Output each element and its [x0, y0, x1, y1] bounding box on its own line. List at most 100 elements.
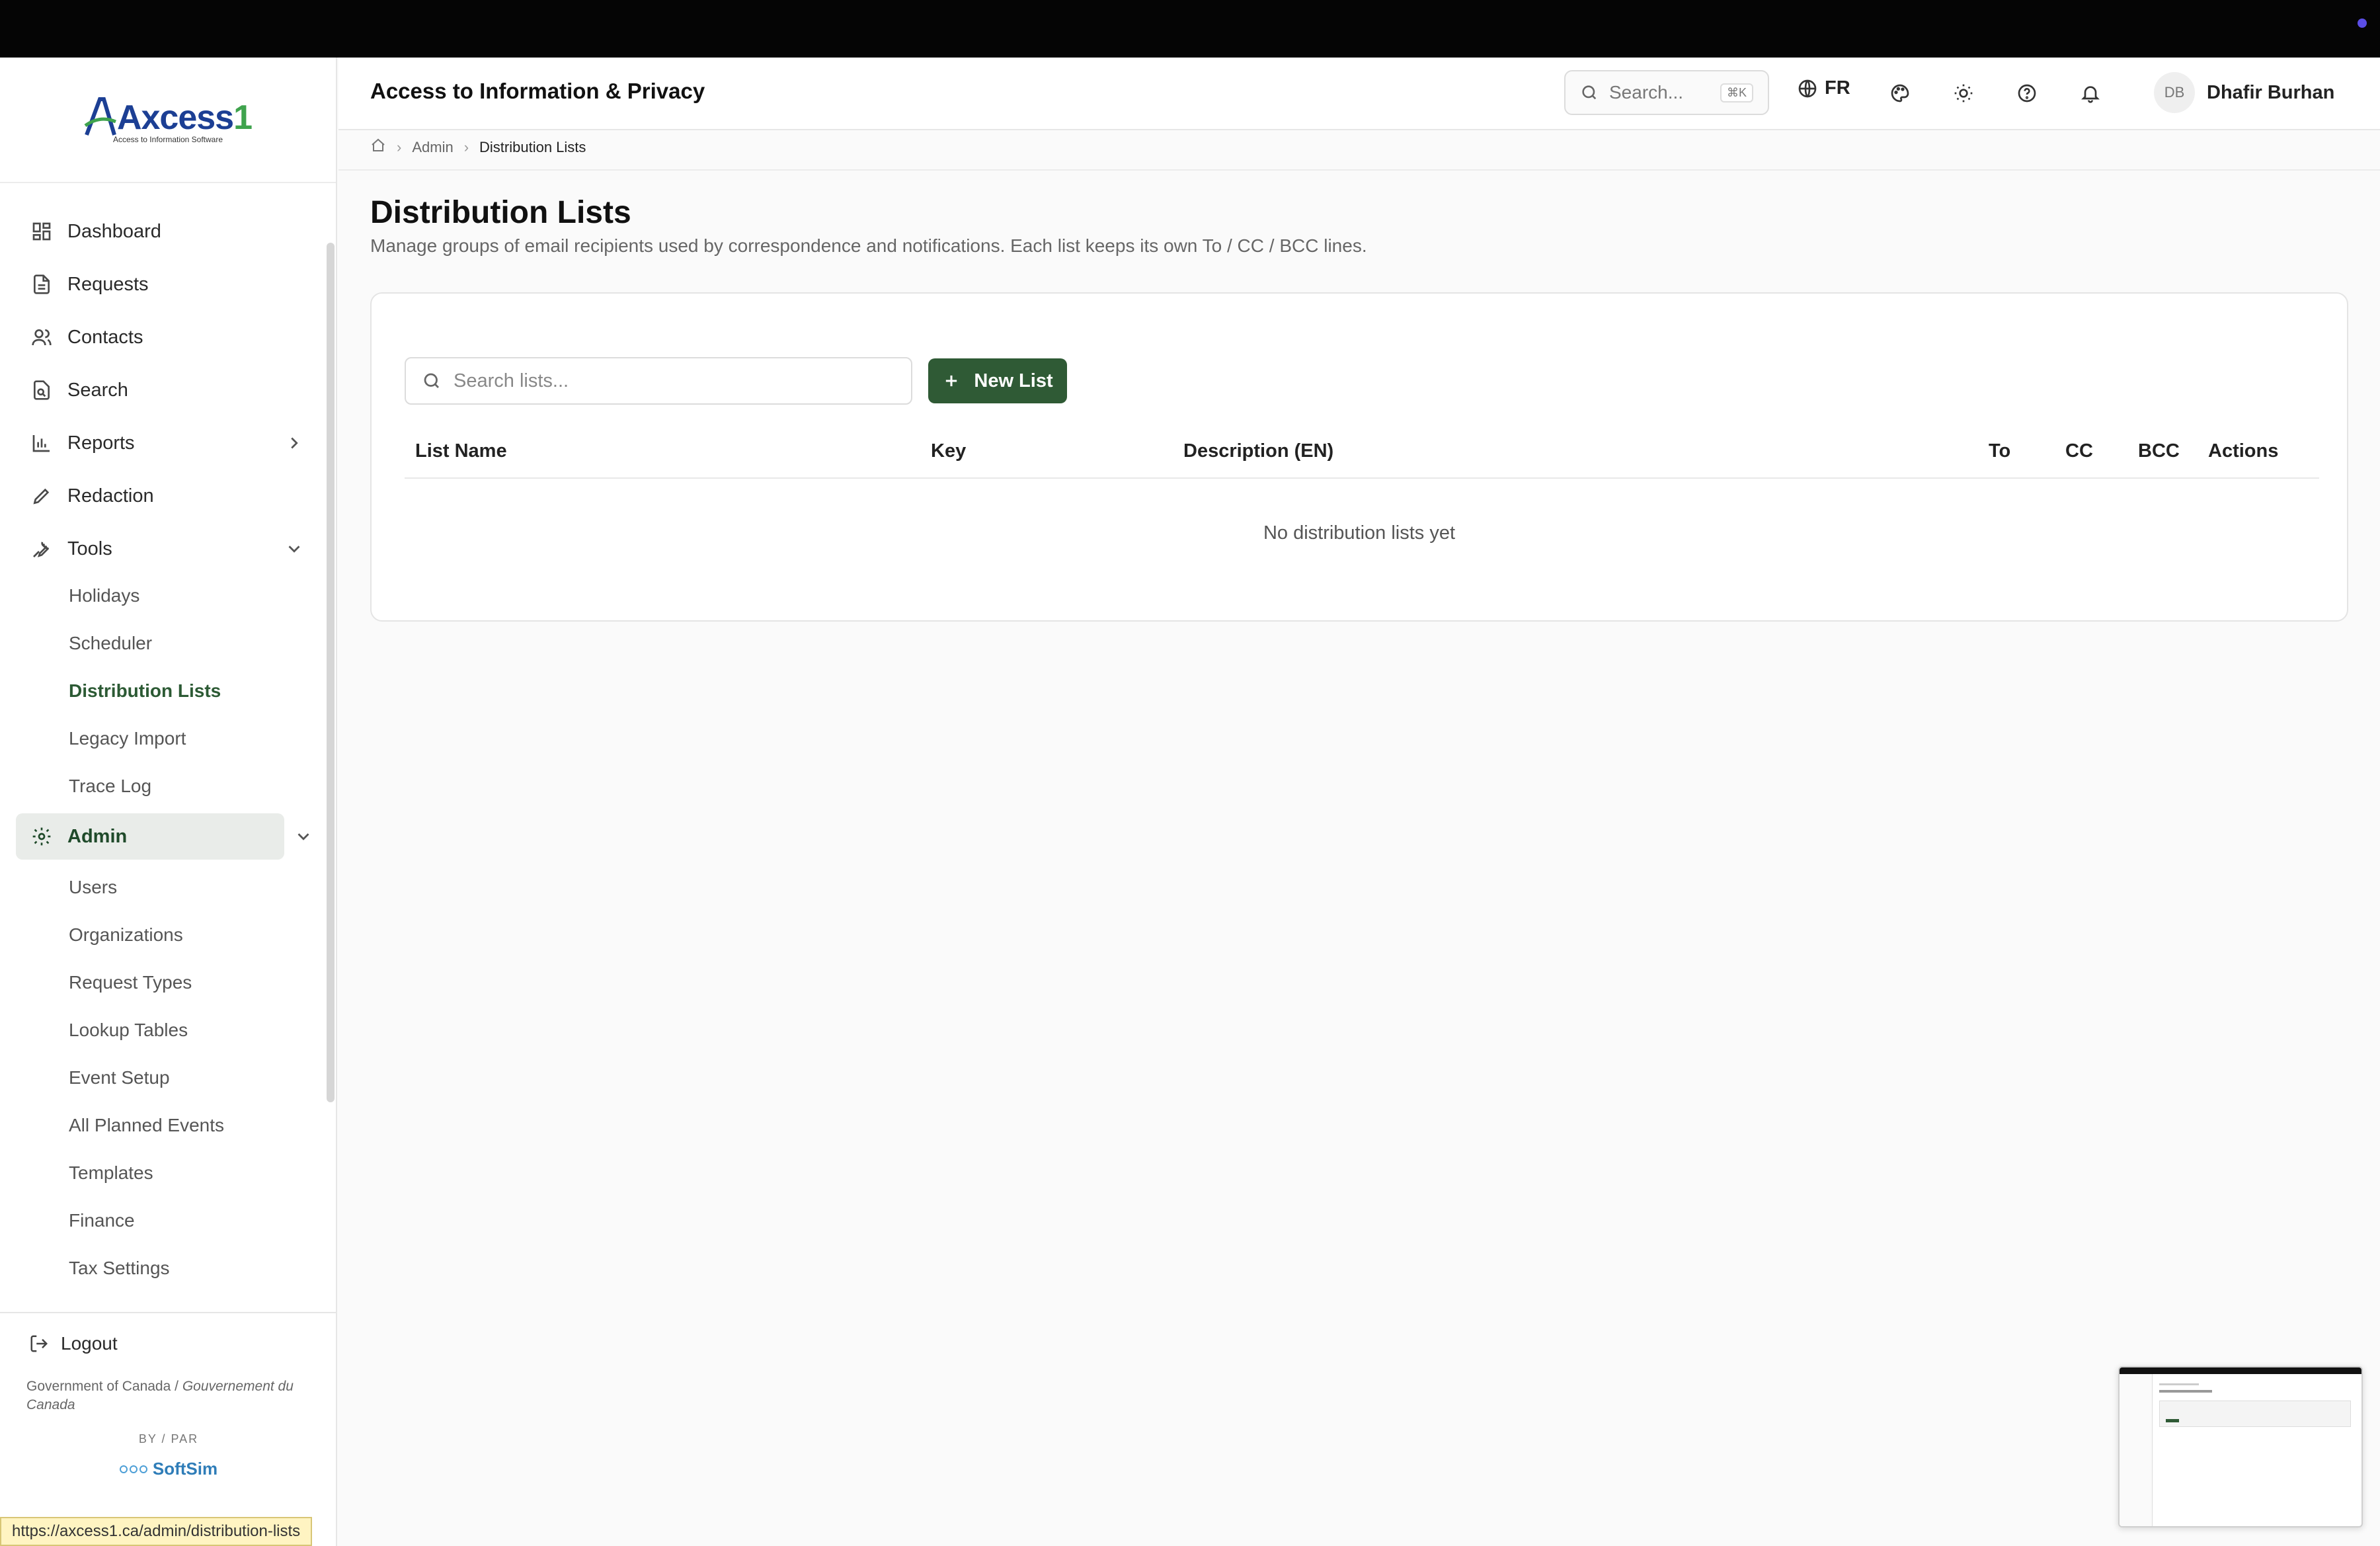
- sidebar-item-requests[interactable]: Requests: [16, 261, 317, 307]
- sidebar-footer: Logout Government of Canada / Gouverneme…: [0, 1312, 337, 1546]
- empty-state-message: No distribution lists yet: [1263, 522, 1456, 544]
- system-top-bar: [0, 0, 2380, 58]
- sidebar-scrollbar[interactable]: [327, 243, 335, 1102]
- brightness-toggle-button[interactable]: [1946, 76, 1981, 110]
- sidebar-item-contacts[interactable]: Contacts: [16, 314, 317, 360]
- breadcrumb-item-admin[interactable]: Admin: [412, 139, 453, 156]
- sun-icon: [1954, 84, 1973, 102]
- sidebar-item-label: Contacts: [67, 326, 143, 348]
- help-button[interactable]: [2010, 76, 2044, 110]
- search-icon: [424, 373, 439, 388]
- notifications-button[interactable]: [2073, 76, 2108, 110]
- logout-label: Logout: [61, 1333, 118, 1354]
- column-header-key[interactable]: Key: [931, 440, 966, 462]
- users-icon: [30, 326, 53, 348]
- column-header-bcc[interactable]: BCC: [2138, 440, 2180, 462]
- sidebar-subitem-templates[interactable]: Templates: [69, 1160, 153, 1186]
- distribution-lists-card: New List List Name Key Description (EN) …: [370, 292, 2348, 622]
- user-menu[interactable]: DB Dhafir Burhan: [2154, 72, 2334, 113]
- new-list-label: New List: [974, 370, 1053, 391]
- bar-chart-icon: [30, 432, 53, 454]
- dashboard-grid-icon: [30, 220, 53, 243]
- sidebar-subitem-holidays[interactable]: Holidays: [69, 583, 139, 609]
- search-icon: [1582, 85, 1597, 100]
- language-toggle[interactable]: FR: [1797, 77, 1850, 99]
- wrench-icon: [30, 538, 53, 560]
- sidebar-item-reports[interactable]: Reports: [16, 420, 317, 466]
- sidebar: Axcess1 Access to Information Software D…: [0, 58, 337, 1546]
- column-header-cc[interactable]: CC: [2065, 440, 2093, 462]
- status-bar-url: https://axcess1.ca/admin/distribution-li…: [0, 1517, 313, 1546]
- logout-icon: [30, 1335, 48, 1352]
- breadcrumb-item-current: Distribution Lists: [479, 139, 586, 155]
- sidebar-subitem-organizations[interactable]: Organizations: [69, 922, 183, 948]
- help-circle-icon: [2018, 84, 2036, 102]
- sidebar-item-search[interactable]: Search: [16, 367, 317, 413]
- vendor-logo: SoftSim: [0, 1459, 337, 1479]
- gear-icon: [30, 825, 53, 848]
- column-header-to[interactable]: To: [1989, 440, 2010, 462]
- sidebar-item-label: Redaction: [67, 485, 154, 507]
- sidebar-subitem-trace-log[interactable]: Trace Log: [69, 773, 151, 799]
- sidebar-subitem-event-setup[interactable]: Event Setup: [69, 1065, 170, 1091]
- logo-tagline: Access to Information Software: [112, 135, 223, 144]
- chevron-down-icon[interactable]: [284, 539, 304, 559]
- chevron-right-icon[interactable]: [284, 433, 304, 453]
- sidebar-item-tools[interactable]: Tools: [16, 526, 317, 572]
- page-title: Distribution Lists: [370, 195, 631, 230]
- list-search-input[interactable]: [454, 370, 903, 392]
- sidebar-item-redaction[interactable]: Redaction: [16, 473, 317, 519]
- sidebar-item-dashboard[interactable]: Dashboard: [16, 208, 317, 255]
- list-search-field[interactable]: [405, 357, 912, 405]
- sidebar-item-label: Search: [67, 379, 128, 401]
- theme-palette-button[interactable]: [1883, 76, 1917, 110]
- breadcrumb-divider: [338, 169, 2380, 171]
- breadcrumb-separator: ›: [463, 139, 469, 155]
- by-par-label: BY / PAR: [138, 1432, 199, 1445]
- file-icon: [30, 273, 53, 296]
- page-description: Manage groups of email recipients used b…: [370, 235, 1367, 256]
- search-shortcut-badge: ⌘K: [1720, 83, 1753, 102]
- sidebar-item-admin[interactable]: Admin: [16, 813, 284, 860]
- sidebar-item-label: Admin: [67, 825, 128, 847]
- bell-icon: [2081, 86, 2100, 103]
- column-header-list-name[interactable]: List Name: [415, 440, 507, 462]
- palette-icon: [1891, 84, 1909, 102]
- sidebar-subitem-distribution-lists[interactable]: Distribution Lists: [69, 678, 221, 704]
- government-credit: Government of Canada / Gouvernement du C…: [26, 1379, 294, 1412]
- user-name: Dhafir Burhan: [2207, 81, 2335, 103]
- screen-preview-thumbnail[interactable]: [2118, 1366, 2363, 1527]
- app-logo[interactable]: Axcess1 Access to Information Software: [84, 95, 253, 144]
- sidebar-subitem-all-planned-events[interactable]: All Planned Events: [69, 1112, 224, 1139]
- column-header-actions: Actions: [2208, 440, 2279, 462]
- global-search-placeholder: Search...: [1609, 82, 1684, 102]
- sidebar-subitem-legacy-import[interactable]: Legacy Import: [69, 725, 186, 752]
- breadcrumb: › Admin › Distribution Lists: [370, 138, 586, 157]
- logout-button[interactable]: Logout: [29, 1333, 118, 1354]
- sidebar-subitem-scheduler[interactable]: Scheduler: [69, 630, 152, 657]
- sidebar-subitem-request-types[interactable]: Request Types: [69, 969, 192, 996]
- sidebar-subitem-users[interactable]: Users: [69, 874, 117, 901]
- avatar: DB: [2154, 72, 2195, 113]
- global-search-input[interactable]: Search... ⌘K: [1564, 70, 1769, 115]
- chevron-down-icon[interactable]: [294, 827, 313, 846]
- globe-icon: [1798, 79, 1817, 97]
- app-title: Access to Information & Privacy: [370, 79, 705, 103]
- home-icon[interactable]: [370, 138, 386, 157]
- table-header-divider: [405, 477, 2319, 479]
- recording-indicator-icon: [2358, 19, 2367, 28]
- sidebar-subitem-finance[interactable]: Finance: [69, 1207, 135, 1234]
- plus-icon: [946, 375, 957, 387]
- logo-area[interactable]: Axcess1 Access to Information Software: [0, 58, 336, 183]
- softsim-bubbles-icon: [119, 1465, 147, 1473]
- file-search-icon: [30, 379, 53, 401]
- column-header-description[interactable]: Description (EN): [1183, 440, 1333, 462]
- pen-icon: [30, 485, 53, 507]
- sidebar-subitem-lookup-tables[interactable]: Lookup Tables: [69, 1017, 188, 1043]
- sidebar-item-label: Requests: [67, 273, 149, 295]
- sidebar-subitem-tax-settings[interactable]: Tax Settings: [69, 1255, 170, 1282]
- sidebar-item-label: Dashboard: [67, 220, 161, 242]
- logo-wordmark: Axcess1: [116, 99, 253, 137]
- sidebar-item-label: Reports: [67, 432, 135, 454]
- new-list-button[interactable]: New List: [928, 358, 1067, 403]
